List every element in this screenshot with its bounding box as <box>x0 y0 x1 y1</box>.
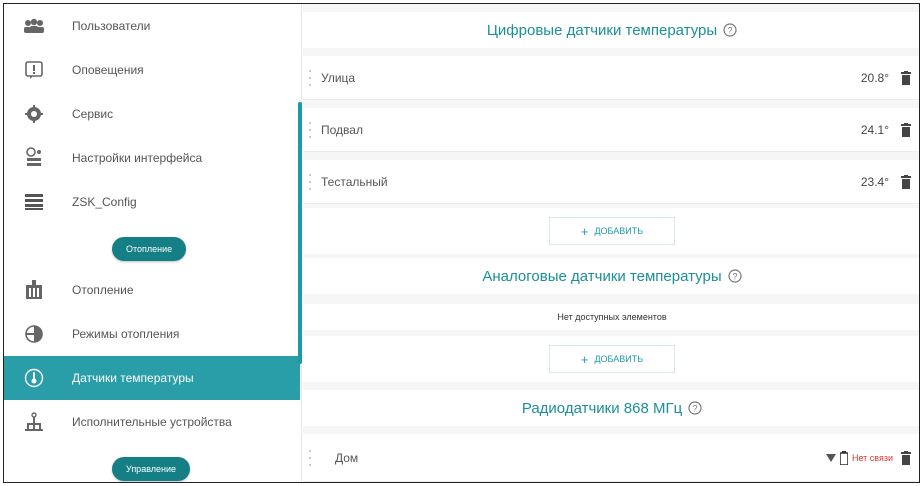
sensor-value: 20.8° <box>860 70 889 85</box>
sidebar-item-label: Настройки интерфейса <box>72 151 203 165</box>
digital-sensors-title: Цифровые датчики температуры ? <box>303 12 919 48</box>
sensor-value: 23.4° <box>860 174 889 189</box>
digital-add-row: + ДОБАВИТЬ <box>303 208 919 254</box>
trash-icon[interactable] <box>899 70 913 86</box>
section-control-pill[interactable]: Управление <box>112 457 191 481</box>
trash-icon[interactable] <box>899 450 913 466</box>
section-title-text: Цифровые датчики температуры <box>486 21 718 39</box>
drag-handle-icon[interactable] <box>305 69 315 86</box>
plus-icon: + <box>580 351 589 367</box>
empty-state-text: Нет доступных элементов <box>303 304 919 330</box>
sidebar-item-label: Пользователи <box>72 19 151 33</box>
add-button-label: ДОБАВИТЬ <box>594 226 644 236</box>
heating-icon <box>22 278 46 302</box>
thermometer-icon <box>22 366 46 390</box>
signal-icon <box>825 453 836 463</box>
sidebar-item-actuators[interactable]: Исполнительные устройства <box>4 400 300 444</box>
help-icon[interactable]: ? <box>728 269 742 283</box>
svg-text:?: ? <box>732 272 737 282</box>
actuators-icon <box>22 410 46 434</box>
sidebar-item-label: Режимы отопления <box>72 327 180 341</box>
help-icon[interactable]: ? <box>688 401 702 415</box>
section-title-text: Аналоговые датчики температуры <box>482 267 722 285</box>
sidebar-item-label: Исполнительные устройства <box>72 415 232 429</box>
sensor-name: Улица <box>321 70 356 85</box>
sidebar-item-temperature-sensors[interactable]: Датчики температуры <box>4 356 300 400</box>
sensor-name: Подвал <box>321 122 363 137</box>
sensor-name: Дом <box>335 450 359 465</box>
sensor-value: 24.1° <box>860 122 889 137</box>
users-icon <box>22 14 46 38</box>
service-icon <box>22 102 46 126</box>
add-digital-sensor-button[interactable]: + ДОБАВИТЬ <box>549 217 675 245</box>
sidebar-item-label: Оповещения <box>72 63 144 77</box>
sensor-name: Тестальный <box>321 174 388 189</box>
main-content: Цифровые датчики температуры ? Улица 20.… <box>303 4 919 482</box>
sidebar-item-users[interactable]: Пользователи <box>4 4 300 48</box>
drag-handle-icon[interactable] <box>305 173 315 190</box>
sidebar-item-label: ZSK_Config <box>72 195 137 209</box>
sidebar-item-label: Сервис <box>72 107 114 121</box>
interface-settings-icon <box>22 146 46 170</box>
heating-modes-icon <box>22 322 46 346</box>
sidebar-item-interface-settings[interactable]: Настройки интерфейса <box>4 136 300 180</box>
sidebar-scrollbar[interactable] <box>298 102 302 364</box>
sidebar-item-zsk-config[interactable]: ZSK_Config <box>4 180 300 224</box>
notifications-icon <box>22 58 46 82</box>
sidebar-item-notifications[interactable]: Оповещения <box>4 48 300 92</box>
sensor-row[interactable]: Тестальный 23.4° <box>303 160 919 204</box>
radio-sensors-title: Радиодатчики 868 МГц ? <box>303 390 919 426</box>
sidebar: Пользователи Оповещения Сервис Настройки… <box>4 4 302 482</box>
sidebar-item-label: Датчики температуры <box>72 371 194 385</box>
section-divider <box>303 382 919 386</box>
battery-icon <box>839 450 849 466</box>
analog-add-row: + ДОБАВИТЬ <box>303 336 919 382</box>
drag-handle-icon[interactable] <box>305 121 315 138</box>
sidebar-item-label: Отопление <box>72 283 134 297</box>
section-heating-pill[interactable]: Отопление <box>112 237 187 261</box>
section-title-text: Радиодатчики 868 МГц <box>521 399 683 417</box>
radio-sensor-row[interactable]: Дом Нет связи <box>303 434 919 482</box>
svg-text:?: ? <box>728 26 733 36</box>
sidebar-item-heating[interactable]: Отопление <box>4 268 300 312</box>
svg-text:?: ? <box>693 404 698 414</box>
connection-status: Нет связи <box>851 452 893 463</box>
sidebar-item-heating-modes[interactable]: Режимы отопления <box>4 312 300 356</box>
add-analog-sensor-button[interactable]: + ДОБАВИТЬ <box>549 345 675 373</box>
trash-icon[interactable] <box>899 122 913 138</box>
analog-sensors-title: Аналоговые датчики температуры ? <box>303 258 919 294</box>
list-icon <box>22 190 46 214</box>
drag-handle-icon[interactable] <box>305 449 315 466</box>
add-button-label: ДОБАВИТЬ <box>594 354 644 364</box>
app-frame: Пользователи Оповещения Сервис Настройки… <box>3 3 920 483</box>
sensor-row[interactable]: Улица 20.8° <box>303 56 919 100</box>
plus-icon: + <box>580 223 589 239</box>
sidebar-item-service[interactable]: Сервис <box>4 92 300 136</box>
help-icon[interactable]: ? <box>723 23 737 37</box>
trash-icon[interactable] <box>899 174 913 190</box>
sensor-row[interactable]: Подвал 24.1° <box>303 108 919 152</box>
